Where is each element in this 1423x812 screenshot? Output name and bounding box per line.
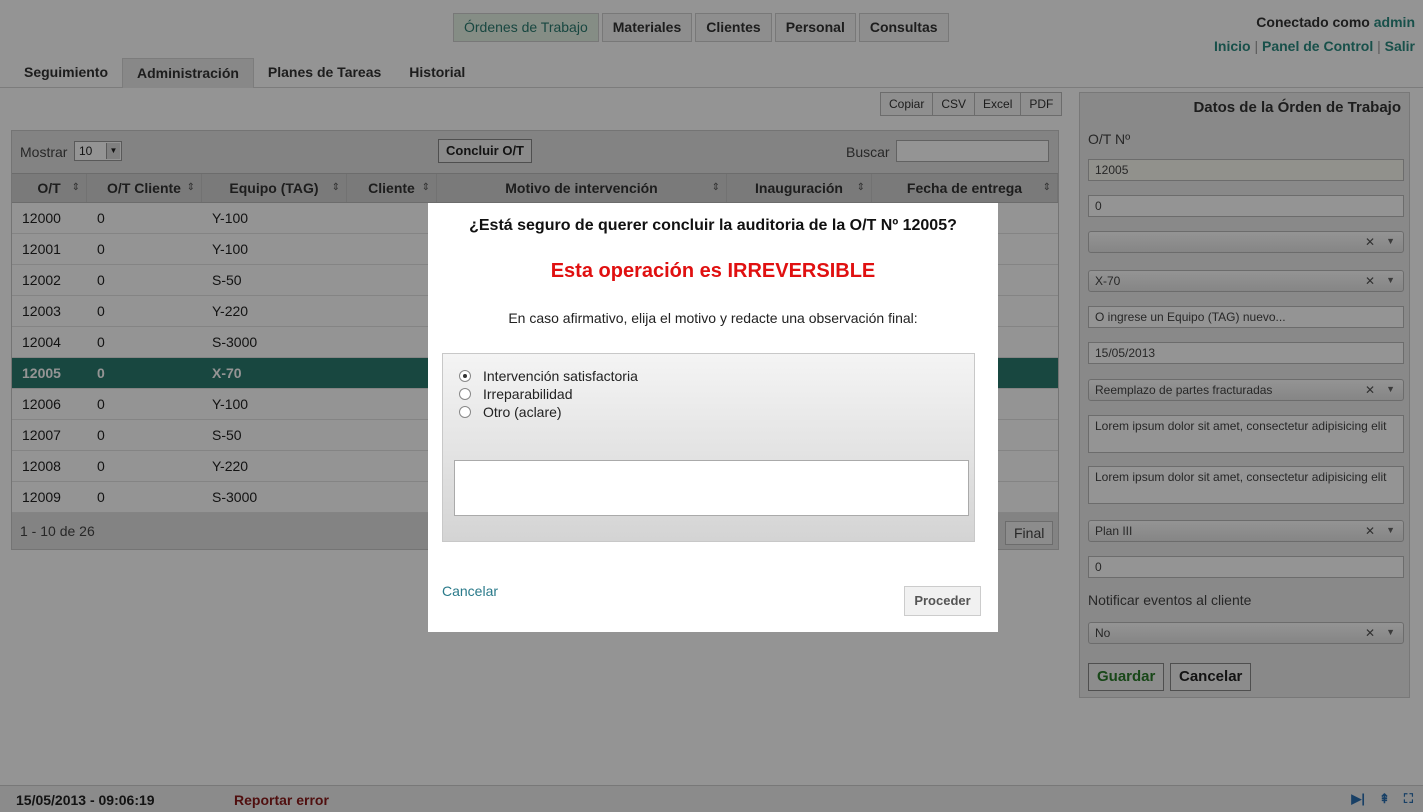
final-observation-textarea[interactable] (454, 460, 969, 516)
option-irreparabilidad[interactable]: Irreparabilidad (459, 386, 573, 402)
option-satisfactoria[interactable]: Intervención satisfactoria (459, 368, 638, 384)
dialog-cancel-link[interactable]: Cancelar (442, 583, 498, 599)
radio-selected[interactable] (459, 370, 471, 382)
reason-box: Intervención satisfactoria Irreparabilid… (442, 353, 975, 542)
proceed-button[interactable]: Proceder (904, 586, 981, 616)
option-otro[interactable]: Otro (aclare) (459, 404, 562, 420)
dialog-question: ¿Está seguro de querer concluir la audit… (469, 217, 957, 234)
radio[interactable] (459, 388, 471, 400)
radio[interactable] (459, 406, 471, 418)
dialog-instruction: En caso afirmativo, elija el motivo y re… (508, 310, 918, 326)
confirm-dialog: ¿Está seguro de querer concluir la audit… (428, 203, 998, 632)
irreversible-warning: Esta operación es IRREVERSIBLE (550, 260, 876, 282)
